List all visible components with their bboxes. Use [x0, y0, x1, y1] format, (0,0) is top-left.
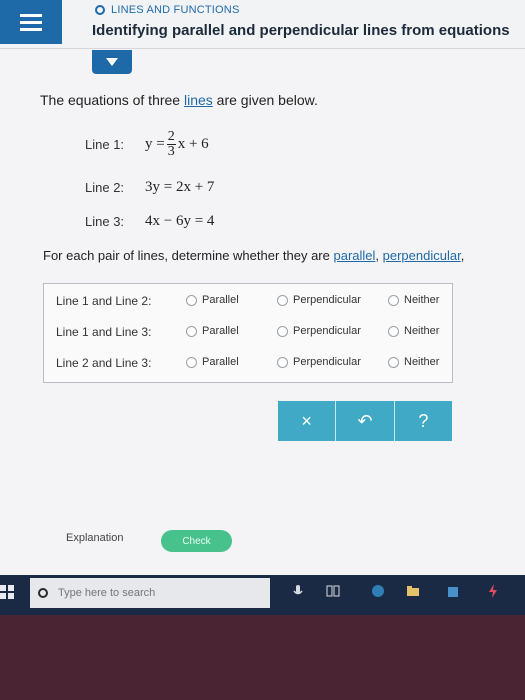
answer-row: Line 1 and Line 2: Parallel Perpendicula…: [44, 286, 452, 316]
topic-status-icon: [95, 5, 105, 15]
answer-row: Line 1 and Line 3: Parallel Perpendicula…: [44, 317, 452, 347]
line-1-equation: y = 2 3 x + 6: [145, 129, 209, 159]
header: LINES AND FUNCTIONS Identifying parallel…: [0, 0, 525, 49]
task-view-icon[interactable]: [325, 583, 341, 599]
pair-label: Line 1 and Line 2:: [56, 294, 152, 308]
explanation-button[interactable]: Explanation: [66, 532, 124, 544]
answer-table: Line 1 and Line 2: Parallel Perpendicula…: [43, 283, 453, 383]
collapse-toggle[interactable]: [92, 50, 132, 74]
fraction: 2 3: [166, 129, 176, 159]
answer-row: Line 2 and Line 3: Parallel Perpendicula…: [44, 348, 452, 378]
line-1-label: Line 1:: [85, 137, 125, 152]
line-2-equation: 3y = 2x + 7: [145, 179, 215, 195]
line-3-equation: 4x − 6y = 4: [145, 213, 215, 229]
chevron-down-icon: [106, 58, 118, 66]
radio-parallel[interactable]: Parallel: [186, 294, 239, 306]
line-2-label: Line 2:: [85, 180, 125, 195]
radio-parallel[interactable]: Parallel: [186, 356, 239, 368]
microphone-icon[interactable]: [290, 583, 306, 599]
radio-neither[interactable]: Neither: [388, 356, 439, 368]
page-title: Identifying parallel and perpendicular l…: [92, 22, 510, 39]
laptop-bezel: [0, 615, 525, 700]
file-explorer-icon[interactable]: [405, 583, 421, 599]
topic-text: LINES AND FUNCTIONS: [111, 4, 240, 16]
radio-icon[interactable]: [186, 294, 197, 306]
radio-icon[interactable]: [388, 356, 399, 368]
radio-icon[interactable]: [186, 325, 197, 337]
radio-icon[interactable]: [186, 356, 197, 368]
topic-label: LINES AND FUNCTIONS: [95, 4, 240, 16]
edge-browser-icon[interactable]: [370, 583, 386, 599]
pair-label: Line 1 and Line 3:: [56, 325, 152, 339]
pair-label: Line 2 and Line 3:: [56, 356, 152, 370]
windows-start-icon[interactable]: [0, 585, 14, 599]
equation-line-1: Line 1: y = 2 3 x + 6: [85, 130, 209, 159]
radio-icon[interactable]: [388, 325, 399, 337]
undo-button[interactable]: ↶: [336, 401, 395, 441]
taskbar-search[interactable]: [30, 578, 270, 608]
clear-button[interactable]: ×: [278, 401, 337, 441]
radio-neither[interactable]: Neither: [388, 294, 439, 306]
check-button[interactable]: Check: [161, 530, 232, 552]
taskbar: [0, 575, 525, 615]
radio-icon[interactable]: [277, 325, 288, 337]
parallel-link[interactable]: parallel: [333, 248, 375, 263]
menu-icon[interactable]: [0, 0, 62, 44]
radio-perpendicular[interactable]: Perpendicular: [277, 356, 361, 368]
lines-link[interactable]: lines: [184, 92, 213, 108]
store-icon[interactable]: [445, 583, 461, 599]
radio-parallel[interactable]: Parallel: [186, 325, 239, 337]
app-icon[interactable]: [485, 583, 501, 599]
radio-neither[interactable]: Neither: [388, 325, 439, 337]
radio-perpendicular[interactable]: Perpendicular: [277, 294, 361, 306]
equation-line-3: Line 3: 4x − 6y = 4: [85, 213, 214, 230]
cortana-icon: [38, 588, 48, 598]
radio-icon[interactable]: [277, 356, 288, 368]
task-instruction: For each pair of lines, determine whethe…: [43, 248, 465, 263]
taskbar-search-input[interactable]: [56, 586, 240, 600]
action-bar: × ↶ ?: [278, 401, 452, 441]
intro-text: The equations of three lines are given b…: [40, 92, 318, 108]
app-window: LINES AND FUNCTIONS Identifying parallel…: [0, 0, 525, 575]
radio-icon[interactable]: [277, 294, 288, 306]
line-3-label: Line 3:: [85, 214, 125, 229]
help-button[interactable]: ?: [395, 401, 452, 441]
radio-icon[interactable]: [388, 294, 399, 306]
perpendicular-link[interactable]: perpendicular: [383, 248, 461, 263]
radio-perpendicular[interactable]: Perpendicular: [277, 325, 361, 337]
equation-line-2: Line 2: 3y = 2x + 7: [85, 179, 214, 196]
